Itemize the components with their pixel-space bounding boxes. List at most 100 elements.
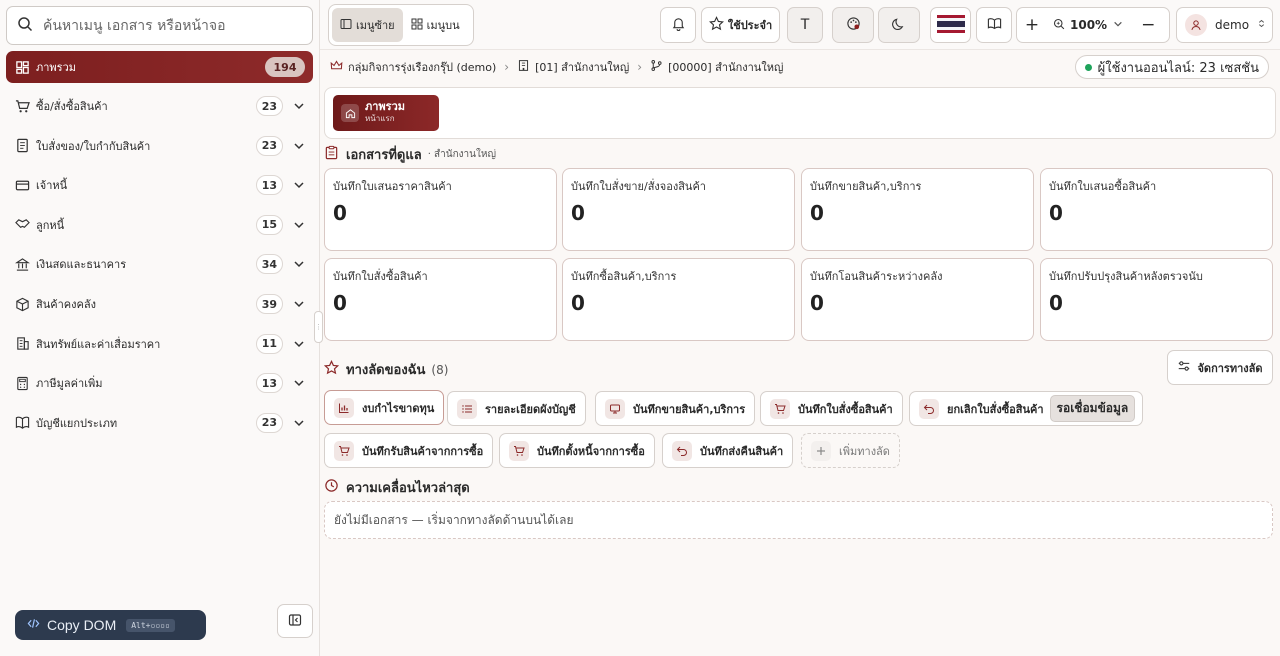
- shortcut-chip[interactable]: งบกำไรขาดทุน: [324, 390, 445, 425]
- manage-shortcuts-label: จัดการทางลัด: [1197, 361, 1263, 375]
- breadcrumb-location[interactable]: [00000] สำนักงานใหญ่: [650, 58, 783, 76]
- search-input[interactable]: [43, 17, 303, 34]
- sidebar-item-inventory[interactable]: สินค้าคงคลัง 39: [6, 288, 313, 321]
- building-icon: [517, 59, 535, 75]
- tab-title: ภาพรวม: [365, 100, 406, 113]
- sidebar-item-ledger[interactable]: บัญชีแยกประเภท 23: [6, 406, 313, 439]
- username: demo: [1215, 18, 1250, 32]
- doc-card[interactable]: บันทึกใบเสนอซื้อสินค้า 0: [1040, 168, 1273, 251]
- search-box[interactable]: [6, 6, 313, 45]
- sidebar-item-purchase[interactable]: ซื้อ/สั่งซื้อสินค้า 23: [6, 90, 313, 123]
- doc-card-label: บันทึกขายสินค้า,บริการ: [810, 180, 922, 193]
- chevron-down-icon[interactable]: [1113, 18, 1123, 32]
- activity-title: ความเคลื่อนไหวล่าสุด: [346, 481, 470, 496]
- chevron-down-icon[interactable]: [283, 140, 305, 152]
- avatar: [1185, 14, 1207, 36]
- shortcut-chip[interactable]: บันทึกตั้งหนี้จากการซื้อ: [499, 433, 655, 468]
- zoom-in-button[interactable]: +: [1017, 15, 1047, 35]
- book-open-icon: [987, 16, 1002, 34]
- chevron-down-icon[interactable]: [283, 179, 305, 191]
- cart-icon: [334, 440, 354, 461]
- doc-card[interactable]: บันทึกใบเสนอราคาสินค้า 0: [324, 168, 557, 251]
- pending-badge: รอเชื่อมข้อมูล: [1049, 395, 1136, 422]
- doc-card[interactable]: บันทึกขายสินค้า,บริการ 0: [801, 168, 1034, 251]
- doc-card-value: 0: [1049, 201, 1063, 225]
- building-icon: [14, 336, 30, 352]
- topbar: เมนูซ้าย เมนูบน ใช้ประจำ T + 100% − demo: [320, 0, 1280, 50]
- copy-dom-button[interactable]: Copy DOM Alt+▫▫▫▫: [15, 610, 206, 640]
- breadcrumb-branch[interactable]: [01] สำนักงานใหญ่: [517, 58, 629, 76]
- docs-subtitle: · สำนักงานใหญ่: [427, 149, 496, 160]
- sidebar-item-invoice[interactable]: ใบสั่งของ/ใบกำกับสินค้า 23: [6, 129, 313, 162]
- add-shortcut-button[interactable]: เพิ่มทางลัด: [801, 433, 900, 468]
- plus-icon: [811, 440, 831, 461]
- sidebar: ภาพรวม 194 ซื้อ/สั่งซื้อสินค้า 23 ใบสั่ง…: [0, 0, 320, 656]
- user-menu-button[interactable]: demo: [1176, 7, 1273, 43]
- doc-card[interactable]: บันทึกปรับปรุงสินค้าหลังตรวจนับ 0: [1040, 258, 1273, 341]
- sidebar-item-cash-bank[interactable]: เงินสดและธนาคาร 34: [6, 248, 313, 281]
- chevron-down-icon[interactable]: [283, 219, 305, 231]
- undo-icon: [919, 398, 939, 419]
- shortcut-chip[interactable]: บันทึกใบสั่งซื้อสินค้า: [760, 391, 903, 426]
- shortcuts-section-header: ทางลัดของฉัน (8): [323, 359, 449, 380]
- chevron-right-icon: ›: [504, 60, 510, 74]
- doc-card[interactable]: บันทึกใบสั่งซื้อสินค้า 0: [324, 258, 557, 341]
- chevron-down-icon[interactable]: [283, 338, 305, 350]
- font-size-button[interactable]: T: [787, 7, 823, 43]
- credit-card-icon: [14, 177, 30, 193]
- shortcut-chip[interactable]: บันทึกรับสินค้าจากการซื้อ: [324, 433, 494, 468]
- chevron-down-icon[interactable]: [283, 298, 305, 310]
- sidebar-item-receivables[interactable]: ลูกหนี้ 15: [6, 208, 313, 241]
- git-branch-icon: [650, 59, 668, 75]
- breadcrumb-company[interactable]: กลุ่มกิจการรุ่งเรืองกรุ๊ป (demo): [330, 58, 496, 76]
- moon-icon: [891, 16, 907, 34]
- zoom-level[interactable]: 100%: [1070, 18, 1107, 32]
- shortcut-chip[interactable]: ยกเลิกใบสั่งซื้อสินค้า รอเชื่อมข้อมูล: [909, 391, 1144, 426]
- menu-top-option[interactable]: เมนูบน: [403, 8, 468, 42]
- chevron-down-icon[interactable]: [283, 377, 305, 389]
- language-button[interactable]: [930, 7, 971, 43]
- breadcrumb: กลุ่มกิจการรุ่งเรืองกรุ๊ป (demo) › [01] …: [320, 51, 1280, 83]
- shortcuts-title: ทางลัดของฉัน: [346, 363, 426, 378]
- sidebar-item-overview[interactable]: ภาพรวม 194: [6, 51, 313, 83]
- shortcut-chip[interactable]: บันทึกขายสินค้า,บริการ: [595, 391, 756, 426]
- resize-handle[interactable]: ⋮: [314, 311, 323, 343]
- tab-overview[interactable]: ภาพรวม หน้าแรก: [333, 95, 439, 131]
- doc-card-label: บันทึกใบเสนอราคาสินค้า: [333, 180, 452, 193]
- count-badge: 13: [255, 373, 283, 394]
- doc-card[interactable]: บันทึกโอนสินค้าระหว่างคลัง 0: [801, 258, 1034, 341]
- manual-button[interactable]: [976, 7, 1012, 43]
- notifications-button[interactable]: [660, 7, 696, 43]
- shortcuts-count: (8): [431, 362, 449, 377]
- doc-card-value: 0: [333, 201, 347, 225]
- tab-bar: ภาพรวม หน้าแรก: [324, 87, 1276, 139]
- chevron-down-icon[interactable]: [283, 100, 305, 112]
- shortcut-chip[interactable]: รายละเอียดผังบัญชี: [447, 391, 586, 426]
- manage-shortcuts-button[interactable]: จัดการทางลัด: [1167, 350, 1273, 385]
- zoom-control: + 100% −: [1016, 7, 1170, 43]
- calculator-icon: [14, 375, 30, 391]
- sidebar-nav: ภาพรวม 194 ซื้อ/สั่งซื้อสินค้า 23 ใบสั่ง…: [6, 51, 313, 446]
- sidebar-item-vat[interactable]: ภาษีมูลค่าเพิ่ม 13: [6, 367, 313, 400]
- chevron-down-icon[interactable]: [283, 258, 305, 270]
- sidebar-item-payables[interactable]: เจ้าหนี้ 13: [6, 169, 313, 202]
- doc-card-value: 0: [571, 291, 585, 315]
- docs-section-header: เอกสารที่ดูแล · สำนักงานใหญ่: [324, 144, 496, 165]
- favorites-button[interactable]: ใช้ประจำ: [701, 7, 780, 43]
- favorites-label: ใช้ประจำ: [727, 19, 773, 32]
- collapse-sidebar-button[interactable]: [277, 604, 313, 638]
- chevron-down-icon[interactable]: [283, 417, 305, 429]
- shortcut-chip[interactable]: บันทึกส่งคืนสินค้า: [662, 433, 794, 468]
- theme-palette-button[interactable]: [832, 7, 874, 43]
- zoom-out-button[interactable]: −: [1141, 15, 1155, 35]
- sidebar-item-label: เจ้าหนี้: [36, 179, 68, 193]
- chevron-right-icon: ›: [637, 60, 643, 74]
- clipboard-icon: [324, 145, 346, 164]
- menu-left-option[interactable]: เมนูซ้าย: [332, 8, 403, 42]
- doc-card-value: 0: [571, 201, 585, 225]
- doc-card[interactable]: บันทึกใบสั่งขาย/สั่งจองสินค้า 0: [562, 168, 795, 251]
- dark-mode-button[interactable]: [878, 7, 920, 43]
- sidebar-item-assets[interactable]: สินทรัพย์และค่าเสื่อมราคา 11: [6, 327, 313, 360]
- bell-icon: [671, 16, 686, 34]
- doc-card[interactable]: บันทึกซื้อสินค้า,บริการ 0: [562, 258, 795, 341]
